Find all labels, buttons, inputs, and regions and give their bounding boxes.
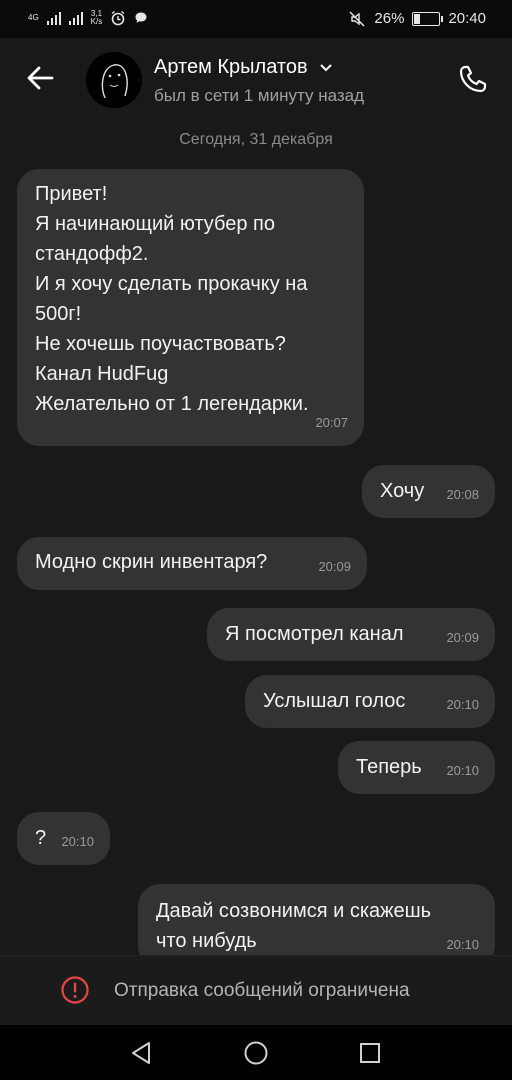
battery-percent: 26% xyxy=(374,10,405,27)
message-time: 20:08 xyxy=(446,487,479,502)
message-bubble-outgoing[interactable]: Хочу 20:08 xyxy=(362,465,495,518)
navigation-bar xyxy=(0,1025,512,1080)
battery-icon xyxy=(412,11,444,26)
chat-header: Артем Крылатов был в сети 1 минуту назад xyxy=(0,38,512,124)
message-text: ? xyxy=(35,827,47,849)
avatar[interactable] xyxy=(86,52,142,108)
restriction-text: Отправка сообщений ограничена xyxy=(114,980,410,1001)
message-clip: Давай созвонимся и скажешь что нибудь 20… xyxy=(0,884,512,955)
message-bubble-incoming[interactable]: Привет! Я начинающий ютубер по стандофф2… xyxy=(17,169,364,446)
network-type: 4G xyxy=(28,13,39,22)
warning-icon xyxy=(61,976,89,1004)
message-bubble-outgoing[interactable]: Я посмотрел канал 20:09 xyxy=(207,608,495,661)
message-text: Давай созвонимся и скажешь что нибудь xyxy=(156,900,432,952)
message-time: 20:09 xyxy=(446,630,479,645)
message-bubble-incoming[interactable]: ? 20:10 xyxy=(17,812,110,865)
message-time: 20:10 xyxy=(446,937,479,952)
message-time: 20:10 xyxy=(446,763,479,778)
chevron-down-icon xyxy=(320,64,332,72)
avatar-drawing-icon xyxy=(86,52,142,108)
mute-icon xyxy=(349,10,365,27)
message-text: Хочу xyxy=(380,480,425,502)
clock: 20:40 xyxy=(448,10,486,27)
status-bar: 4G 3,1 K/s 26% 20:40 xyxy=(0,0,512,38)
message-bubble-incoming[interactable]: Модно скрин инвентаря? 20:09 xyxy=(17,537,367,590)
speed-unit: K/s xyxy=(90,17,103,26)
phone-call-icon[interactable] xyxy=(456,62,490,96)
alarm-icon xyxy=(111,10,125,26)
date-separator: Сегодня, 31 декабря xyxy=(179,131,333,148)
message-bubble-outgoing[interactable]: Давай созвонимся и скажешь что нибудь 20… xyxy=(138,884,495,955)
network-speed: 3,1 K/s xyxy=(91,10,103,26)
message-text: Услышал голос xyxy=(263,690,406,712)
message-time: 20:10 xyxy=(61,834,94,849)
nav-recents-icon[interactable] xyxy=(355,1038,385,1068)
message-time: 20:10 xyxy=(446,697,479,712)
message-bubble-outgoing[interactable]: Теперь 20:10 xyxy=(338,741,495,794)
contact-name-label: Артем Крылатов xyxy=(154,56,308,78)
signal-icon-2 xyxy=(68,11,83,25)
contact-name[interactable]: Артем Крылатов xyxy=(154,56,333,79)
nav-home-icon[interactable] xyxy=(241,1038,271,1068)
composer-restricted: Отправка сообщений ограничена xyxy=(0,955,512,1026)
message-text: Я посмотрел канал xyxy=(225,623,404,645)
signal-icon-1 xyxy=(46,11,61,25)
nav-back-icon[interactable] xyxy=(127,1038,157,1068)
message-text: Модно скрин инвентаря? xyxy=(35,551,268,573)
chat-notification-icon xyxy=(135,12,147,23)
message-time: 20:07 xyxy=(315,415,348,430)
message-bubble-outgoing[interactable]: Услышал голос 20:10 xyxy=(245,675,495,728)
message-text: Теперь xyxy=(356,756,422,778)
back-arrow-icon[interactable] xyxy=(24,62,56,94)
presence-status: был в сети 1 минуту назад xyxy=(154,86,365,105)
message-text: Привет! Я начинающий ютубер по стандофф2… xyxy=(35,183,309,415)
message-time: 20:09 xyxy=(318,559,351,574)
